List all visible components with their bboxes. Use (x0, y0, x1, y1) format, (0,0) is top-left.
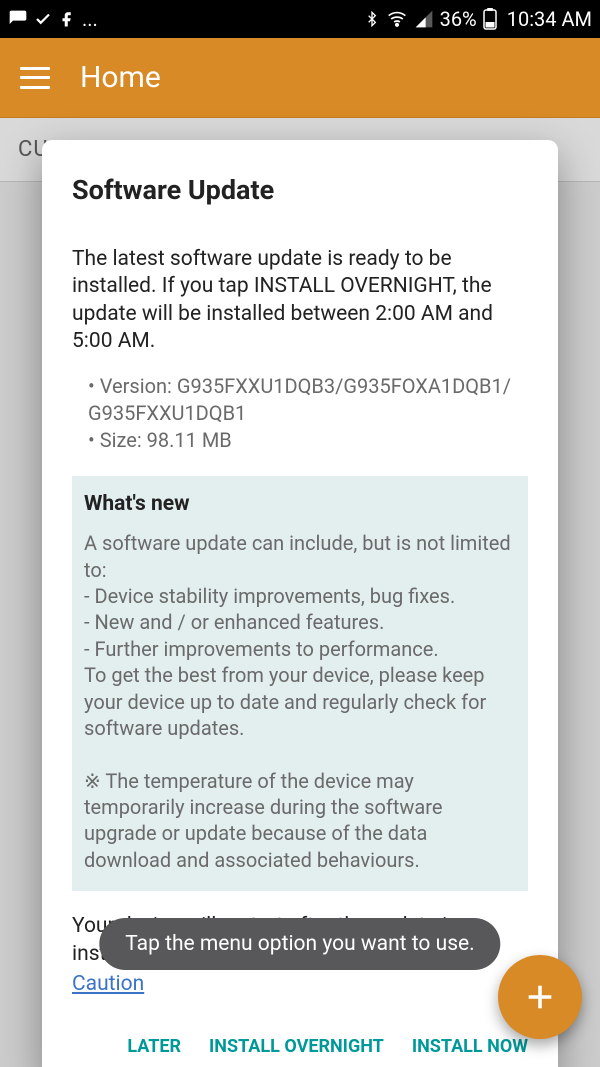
wifi-icon (386, 9, 408, 29)
battery-icon (483, 8, 497, 30)
dialog-actions: LATER INSTALL OVERNIGHT INSTALL NOW (72, 1036, 528, 1057)
dialog-title: Software Update (72, 174, 528, 206)
battery-percent: 36% (440, 7, 477, 31)
plus-icon (523, 980, 557, 1014)
app-bar: Home (0, 38, 600, 118)
add-fab[interactable] (498, 955, 582, 1039)
signal-icon (414, 9, 434, 29)
dialog-intro: The latest software update is ready to b… (72, 246, 528, 355)
install-now-button[interactable]: INSTALL NOW (412, 1036, 528, 1057)
toast: Tap the menu option you want to use. (99, 918, 500, 970)
status-bar: ... 36% 10:34 AM (0, 0, 600, 38)
whats-new-title: What's new (84, 492, 516, 516)
facebook-icon (58, 10, 76, 28)
size-line: • Size: 98.11 MB (88, 427, 528, 454)
status-left: ... (8, 7, 364, 31)
app-title: Home (80, 60, 161, 95)
dialog-meta: • Version: G935FXXU1DQB3/G935FOXA1DQB1/ … (72, 373, 528, 454)
menu-icon[interactable] (20, 67, 50, 89)
check-icon (34, 10, 52, 28)
later-button[interactable]: LATER (127, 1036, 181, 1057)
whats-new-panel: What's new A software update can include… (72, 476, 528, 891)
clock-text: 10:34 AM (507, 7, 592, 31)
whats-new-body: A software update can include, but is no… (84, 530, 516, 873)
status-right: 36% 10:34 AM (364, 7, 592, 31)
bluetooth-icon (364, 9, 380, 29)
notification-ellipsis: ... (82, 7, 98, 31)
version-line: • Version: G935FXXU1DQB3/G935FOXA1DQB1/ … (88, 373, 528, 427)
message-icon (8, 9, 28, 29)
install-overnight-button[interactable]: INSTALL OVERNIGHT (209, 1036, 384, 1057)
caution-link[interactable]: Caution (72, 972, 144, 996)
